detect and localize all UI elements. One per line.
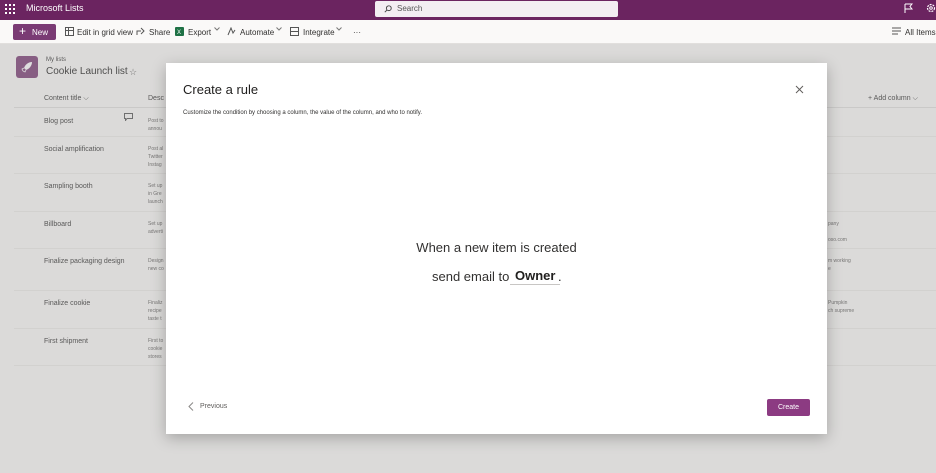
share-label: Share <box>149 28 171 37</box>
share-icon <box>136 27 145 35</box>
new-button-label: New <box>32 28 49 37</box>
search-placeholder: Search <box>397 4 423 13</box>
dialog-subtitle: Customize the condition by choosing a co… <box>183 110 423 116</box>
view-label: All Items <box>905 28 936 37</box>
grid-icon <box>65 27 74 36</box>
more-label: ··· <box>353 28 361 37</box>
create-button[interactable]: Create <box>767 399 810 416</box>
search-box[interactable]: Search <box>375 1 618 17</box>
rule-condition-text: When a new item is created <box>416 240 577 255</box>
automate-icon <box>227 27 236 36</box>
app-title[interactable]: Microsoft Lists <box>26 3 84 13</box>
rule-action-text: send email to <box>432 269 510 284</box>
edit-grid-view-label: Edit in grid view <box>77 28 134 37</box>
rule-target-selector[interactable]: Owner <box>510 268 561 285</box>
excel-icon: X <box>175 27 184 36</box>
chevron-left-icon <box>188 402 194 411</box>
suite-bar: Microsoft Lists Search <box>0 0 936 20</box>
chevron-down-icon <box>214 27 220 31</box>
export-label: Export <box>188 28 212 37</box>
close-icon[interactable] <box>795 85 804 94</box>
create-rule-dialog: Create a rule Customize the condition by… <box>166 63 827 434</box>
gear-icon[interactable] <box>926 3 936 13</box>
command-bar: + New Edit in grid view Share X Export A… <box>0 20 936 44</box>
new-button[interactable]: + New <box>13 24 56 40</box>
automate-label: Automate <box>240 28 275 37</box>
previous-label: Previous <box>200 403 228 410</box>
chevron-down-icon <box>336 27 342 31</box>
chevron-down-icon <box>276 27 282 31</box>
list-view-icon <box>892 27 901 35</box>
app-launcher-icon[interactable] <box>5 4 15 14</box>
search-icon <box>384 5 392 13</box>
flag-icon[interactable] <box>904 3 913 13</box>
integrate-label: Integrate <box>303 28 335 37</box>
rule-period: . <box>558 269 562 284</box>
dialog-title: Create a rule <box>183 82 259 97</box>
integrate-icon <box>290 27 299 36</box>
plus-icon: + <box>19 24 27 38</box>
svg-text:X: X <box>177 30 181 36</box>
